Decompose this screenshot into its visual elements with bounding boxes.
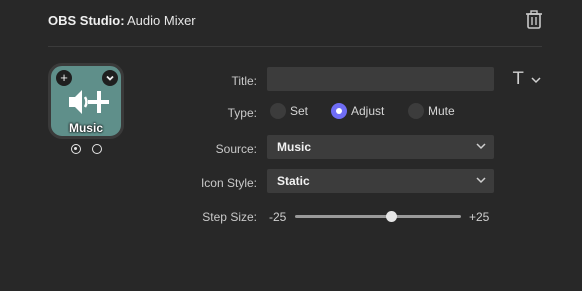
chevron-down-icon bbox=[476, 143, 486, 150]
radio-label: Set bbox=[290, 104, 309, 118]
radio-indicator bbox=[408, 103, 424, 119]
chevron-down-icon bbox=[531, 77, 541, 84]
title-input[interactable] bbox=[267, 67, 494, 91]
text-format-icon: T bbox=[513, 69, 524, 89]
title-label: Title: bbox=[231, 74, 257, 88]
slider-thumb[interactable] bbox=[386, 211, 398, 222]
source-value: Music bbox=[277, 140, 312, 154]
chevron-down-icon[interactable] bbox=[102, 70, 118, 86]
header-divider bbox=[48, 46, 542, 47]
type-label: Type: bbox=[227, 106, 257, 120]
slider-min-label: -25 bbox=[269, 210, 287, 224]
icon-style-select[interactable]: Static bbox=[267, 169, 494, 193]
volume-up-icon bbox=[67, 87, 110, 117]
icon-style-value: Static bbox=[277, 174, 310, 188]
font-settings-button[interactable]: T bbox=[513, 69, 543, 89]
radio-label: Mute bbox=[428, 104, 455, 118]
plus-icon[interactable]: + bbox=[56, 70, 72, 86]
action-name: Audio Mixer bbox=[127, 13, 196, 28]
radio-label: Adjust bbox=[351, 104, 385, 118]
key-tile[interactable]: + Music bbox=[48, 63, 124, 139]
key-title: Music bbox=[68, 121, 103, 135]
state-1-radio[interactable] bbox=[71, 144, 81, 154]
source-select[interactable]: Music bbox=[267, 135, 494, 159]
radio-indicator bbox=[331, 103, 347, 119]
step-size-slider[interactable] bbox=[295, 211, 461, 222]
plugin-name: OBS Studio: bbox=[48, 13, 125, 28]
radio-indicator bbox=[270, 103, 286, 119]
state-2-radio[interactable] bbox=[92, 144, 102, 154]
icon-style-label: Icon Style: bbox=[200, 176, 257, 190]
slider-max-label: +25 bbox=[469, 210, 490, 224]
chevron-down-icon bbox=[476, 177, 486, 184]
action-header: OBS Studio: Audio Mixer bbox=[0, 0, 582, 46]
source-label: Source: bbox=[215, 142, 257, 156]
step-size-label: Step Size: bbox=[202, 210, 257, 224]
trash-icon[interactable] bbox=[524, 9, 544, 31]
